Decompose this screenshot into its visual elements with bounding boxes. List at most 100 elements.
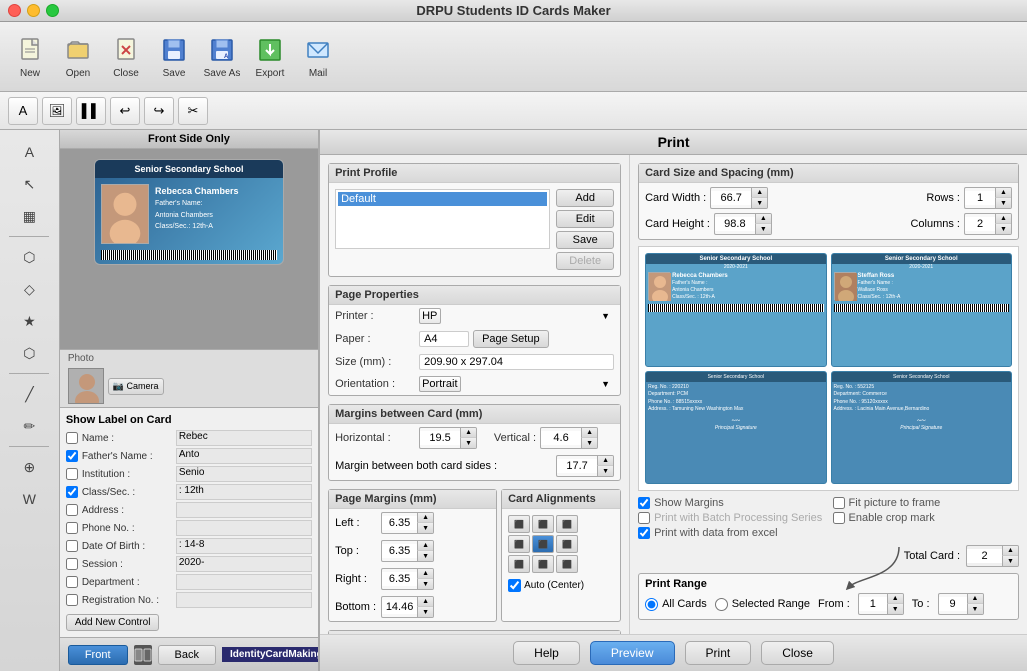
horizontal-down[interactable]: ▼ [460, 438, 476, 448]
width-up[interactable]: ▲ [751, 188, 767, 198]
card-width-stepper[interactable]: ▲▼ [710, 187, 768, 209]
bottom-margin-stepper[interactable]: ▲▼ [381, 596, 434, 618]
add-control-button[interactable]: Add New Control [66, 614, 160, 631]
bottom-up[interactable]: ▲ [417, 597, 433, 607]
margin-both-stepper[interactable]: ▲ ▼ [556, 455, 614, 477]
vertical-down[interactable]: ▼ [581, 438, 597, 448]
label-checkbox-6[interactable] [66, 540, 78, 552]
top-down[interactable]: ▼ [417, 551, 433, 561]
edit-profile-button[interactable]: Edit [556, 210, 614, 228]
fit-picture-checkbox[interactable] [833, 497, 845, 509]
help-button[interactable]: Help [513, 641, 580, 665]
align-bl[interactable]: ⬛ [508, 555, 530, 573]
print-button[interactable]: Print [685, 641, 752, 665]
close-button[interactable]: Close [104, 32, 148, 81]
label-checkbox-1[interactable] [66, 450, 78, 462]
crop-tool[interactable]: ⬡ [11, 243, 47, 271]
show-margins-checkbox[interactable] [638, 497, 650, 509]
columns-input[interactable] [965, 217, 995, 231]
to-down[interactable]: ▼ [967, 604, 983, 614]
right-down[interactable]: ▼ [417, 579, 433, 589]
bottom-margin-input[interactable] [382, 600, 417, 614]
horizontal-up[interactable]: ▲ [460, 428, 476, 438]
batch-processing-checkbox[interactable] [638, 512, 650, 524]
delete-profile-button[interactable]: Delete [556, 252, 614, 270]
columns-stepper[interactable]: ▲▼ [964, 213, 1012, 235]
bottom-down[interactable]: ▼ [417, 607, 433, 617]
camera-button[interactable]: 📷 Camera [108, 378, 164, 395]
vertical-up[interactable]: ▲ [581, 428, 597, 438]
margin-both-down[interactable]: ▼ [597, 466, 613, 476]
profile-item-default[interactable]: Default [338, 192, 547, 206]
new-button[interactable]: New [8, 32, 52, 81]
all-cards-radio[interactable] [645, 598, 658, 611]
to-input[interactable] [939, 597, 967, 611]
align-br[interactable]: ⬛ [556, 555, 578, 573]
close-dialog-button[interactable]: Close [761, 641, 834, 665]
total-up[interactable]: ▲ [1002, 546, 1018, 556]
page-setup-button[interactable]: Page Setup [473, 330, 549, 348]
selected-range-radio[interactable] [715, 598, 728, 611]
horizontal-input[interactable] [420, 431, 460, 445]
profile-list[interactable]: Default [335, 189, 550, 249]
vertical-stepper[interactable]: ▲ ▼ [540, 427, 598, 449]
columns-down[interactable]: ▼ [995, 224, 1011, 234]
right-margin-stepper[interactable]: ▲▼ [381, 568, 434, 590]
total-down[interactable]: ▼ [1002, 556, 1018, 566]
height-up[interactable]: ▲ [755, 214, 771, 224]
width-down[interactable]: ▼ [751, 198, 767, 208]
from-down[interactable]: ▼ [887, 604, 903, 614]
enable-crop-checkbox[interactable] [833, 512, 845, 524]
horizontal-stepper[interactable]: ▲ ▼ [419, 427, 477, 449]
shape-tool[interactable]: ◇ [11, 275, 47, 303]
orientation-select[interactable]: Portrait [419, 376, 461, 392]
text-tool-button[interactable]: A [8, 97, 38, 125]
close-window-button[interactable] [8, 4, 21, 17]
image-tool-button[interactable]: 🖼 [42, 97, 72, 125]
to-stepper[interactable]: ▲▼ [938, 593, 984, 615]
label-checkbox-3[interactable] [66, 486, 78, 498]
zoom-tool[interactable]: ⊕ [11, 453, 47, 481]
align-mc[interactable]: ⬛ [532, 535, 554, 553]
top-margin-stepper[interactable]: ▲▼ [381, 540, 434, 562]
cut-button[interactable]: ✂ [178, 97, 208, 125]
open-button[interactable]: Open [56, 32, 100, 81]
margin-both-input[interactable] [557, 459, 597, 473]
printer-select[interactable]: HP [419, 308, 441, 324]
align-tr[interactable]: ⬛ [556, 515, 578, 533]
height-down[interactable]: ▼ [755, 224, 771, 234]
left-margin-stepper[interactable]: ▲▼ [381, 512, 434, 534]
total-card-stepper[interactable]: ▲▼ [966, 545, 1019, 567]
align-ml[interactable]: ⬛ [508, 535, 530, 553]
label-checkbox-0[interactable] [66, 432, 78, 444]
vertical-input[interactable] [541, 431, 581, 445]
maximize-window-button[interactable] [46, 4, 59, 17]
pointer-tool[interactable]: ↖ [11, 170, 47, 198]
save-profile-button[interactable]: Save [556, 231, 614, 249]
image-tool[interactable]: ▦ [11, 202, 47, 230]
auto-center-checkbox[interactable] [508, 579, 521, 592]
left-margin-input[interactable] [382, 516, 417, 530]
align-tc[interactable]: ⬛ [532, 515, 554, 533]
paper-input[interactable] [419, 331, 469, 347]
star-tool[interactable]: ★ [11, 307, 47, 335]
label-checkbox-9[interactable] [66, 594, 78, 606]
left-up[interactable]: ▲ [417, 513, 433, 523]
label-checkbox-8[interactable] [66, 576, 78, 588]
rows-up[interactable]: ▲ [995, 188, 1011, 198]
top-margin-input[interactable] [382, 544, 417, 558]
select-tool[interactable]: A [11, 138, 47, 166]
card-height-stepper[interactable]: ▲▼ [714, 213, 772, 235]
pen-tool[interactable]: ✏ [11, 412, 47, 440]
card-width-input[interactable] [711, 191, 751, 205]
total-card-input[interactable] [967, 549, 1002, 563]
front-tab[interactable]: Front [68, 645, 128, 665]
back-tab[interactable]: Back [158, 645, 216, 665]
text-field-tool[interactable]: W [11, 485, 47, 513]
export-button[interactable]: Export [248, 32, 292, 81]
rows-input[interactable] [965, 191, 995, 205]
label-checkbox-5[interactable] [66, 522, 78, 534]
rows-down[interactable]: ▼ [995, 198, 1011, 208]
undo-button[interactable]: ↩ [110, 97, 140, 125]
left-down[interactable]: ▼ [417, 523, 433, 533]
